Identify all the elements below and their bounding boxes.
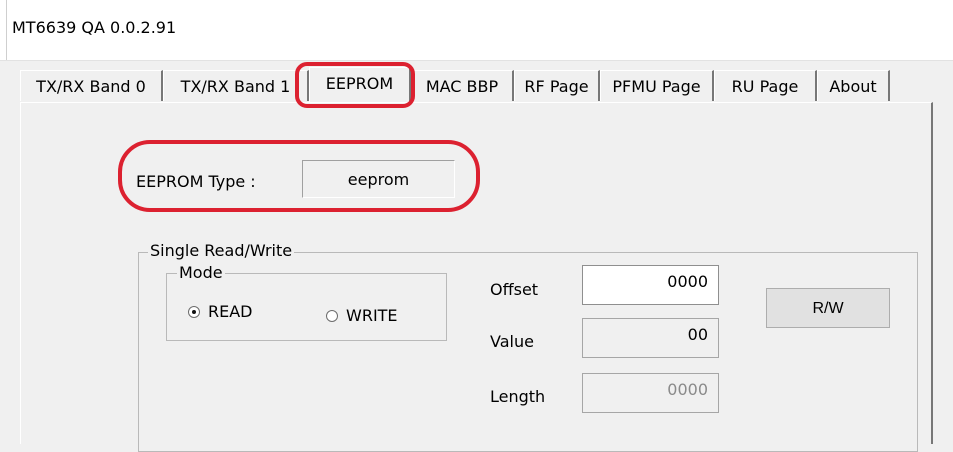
window-edge xyxy=(6,0,7,60)
write-radio[interactable]: WRITE xyxy=(326,306,398,325)
tab-highlight-annotation xyxy=(295,62,415,108)
value-label: Value xyxy=(490,332,534,351)
tab-about[interactable]: About xyxy=(817,70,890,101)
tab-label: TX/RX Band 1 xyxy=(180,77,291,96)
tab-label: About xyxy=(829,77,877,96)
rw-button[interactable]: R/W xyxy=(766,288,890,328)
length-label: Length xyxy=(490,387,546,406)
tab-rf-page[interactable]: RF Page xyxy=(514,70,600,101)
eeprom-type-highlight-annotation xyxy=(118,140,480,212)
single-read-write-title: Single Read/Write xyxy=(148,241,295,260)
value-field[interactable]: 00 xyxy=(582,318,719,358)
radio-checked-icon xyxy=(188,305,200,318)
tab-label: PFMU Page xyxy=(612,77,701,96)
tab-label: RU Page xyxy=(731,77,799,96)
offset-label: Offset xyxy=(490,280,539,299)
read-radio[interactable]: READ xyxy=(188,302,253,321)
title-bar: MT6639 QA 0.0.2.91 xyxy=(0,0,953,61)
tab-label: TX/RX Band 0 xyxy=(36,77,146,96)
tab-mac-bbp[interactable]: MAC BBP xyxy=(411,70,514,101)
tab-pfmu-page[interactable]: PFMU Page xyxy=(600,70,714,101)
tab-label: MAC BBP xyxy=(425,77,499,96)
tab-ru-page[interactable]: RU Page xyxy=(714,70,817,101)
mode-title: Mode xyxy=(177,263,225,282)
radio-unchecked-icon xyxy=(326,309,338,322)
tab-txrx-band-0[interactable]: TX/RX Band 0 xyxy=(20,70,163,101)
length-field: 0000 xyxy=(582,373,719,413)
write-radio-label: WRITE xyxy=(346,306,398,325)
read-radio-label: READ xyxy=(208,302,253,321)
tab-txrx-band-1[interactable]: TX/RX Band 1 xyxy=(163,70,309,101)
offset-input[interactable]: 0000 xyxy=(582,265,719,305)
window-title: MT6639 QA 0.0.2.91 xyxy=(12,18,177,37)
tab-label: RF Page xyxy=(524,77,589,96)
